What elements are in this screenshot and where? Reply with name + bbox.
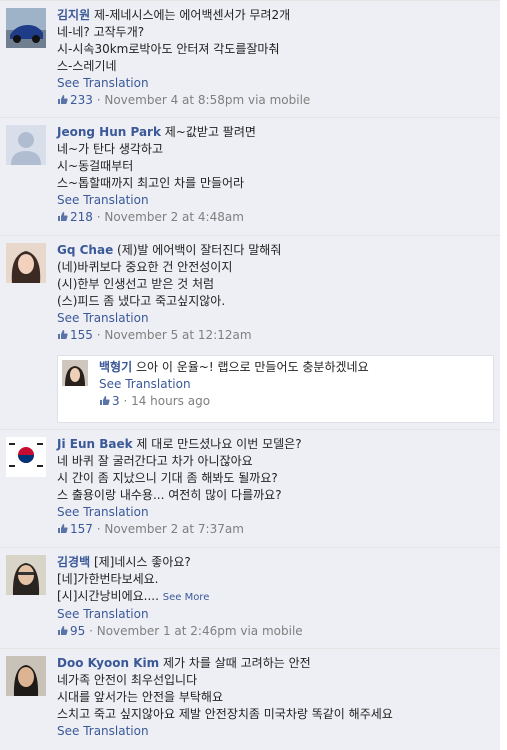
comment-text: 스-스레기네 [57, 59, 117, 73]
comment-text: 제-제네시스에는 에어백센서가 무려2개 [93, 8, 291, 22]
avatar[interactable] [6, 125, 46, 165]
comment-text: (네)바퀴보다 중요한 건 안전성이지 [57, 260, 233, 274]
comment-author[interactable]: 김지원 [57, 8, 90, 22]
see-translation-link[interactable]: See Translation [57, 75, 149, 92]
thumbs-up-icon [58, 524, 68, 533]
like-count[interactable]: 155 [57, 328, 93, 342]
see-translation-link[interactable]: See Translation [57, 504, 149, 521]
comment-text: 시~동걸때부터 [57, 159, 134, 173]
see-more-link[interactable]: See More [163, 592, 210, 603]
comment-timestamp[interactable]: · November 5 at 12:12am [97, 328, 252, 342]
like-count[interactable]: 3 [99, 394, 120, 408]
comment-author[interactable]: 김경백 [57, 555, 90, 569]
avatar[interactable] [62, 360, 88, 386]
comment: Jeong Hun Park 제~값받고 팔려면 네~가 탄다 생각하고 시~동… [0, 117, 500, 235]
comment-text: [제]네시스 좋아요? [93, 555, 191, 569]
comment-author[interactable]: Jeong Hun Park [57, 125, 161, 139]
like-count[interactable]: 218 [57, 210, 93, 224]
thumbs-up-icon [58, 626, 68, 635]
avatar[interactable] [6, 8, 46, 48]
comment-author[interactable]: Ji Eun Baek [57, 437, 133, 451]
comment: Doo Kyoon Kim 제가 차를 살때 고려하는 안전 네가족 안전이 최… [0, 648, 500, 750]
comment-text: [시]시간낭비에요.... [57, 589, 159, 603]
comment-text: 네가족 안전이 최우선입니다 [57, 673, 198, 687]
comment-text: 제가 차를 살때 고려하는 안전 [162, 656, 311, 670]
comment-text: 네 바퀴 잘 굴러간다고 차가 아니잖아요 [57, 454, 253, 468]
comment-text: (시)한부 인생선고 받은 것 처럼 [57, 277, 215, 291]
comment-text: 네-네? 고작두개? [57, 25, 145, 39]
comment-timestamp[interactable]: · November 2 at 4:48am [97, 210, 244, 224]
comment-thread: 김지원 제-제네시스에는 에어백센서가 무려2개 네-네? 고작두개? 시-시속… [0, 0, 507, 750]
comment-timestamp[interactable]: · November 2 at 7:37am [97, 522, 244, 536]
comment-timestamp[interactable]: · November 4 at 8:58pm via mobile [97, 93, 311, 107]
avatar[interactable] [6, 656, 46, 696]
see-translation-link[interactable]: See Translation [57, 192, 149, 209]
comment: Ji Eun Baek 제 대로 만드셨나요 이번 모델은? 네 바퀴 잘 굴러… [0, 429, 500, 547]
avatar[interactable] [6, 243, 46, 283]
avatar[interactable] [6, 555, 46, 595]
reply-timestamp[interactable]: · 14 hours ago [123, 394, 210, 408]
comment-author[interactable]: Doo Kyoon Kim [57, 656, 159, 670]
like-count[interactable]: 233 [57, 93, 93, 107]
reply: 백형기 으아 이 운율~! 랩으로 만들어도 충분하겠네요 See Transl… [57, 355, 494, 423]
like-count[interactable]: 95 [57, 624, 85, 638]
thumbs-up-icon [58, 212, 68, 221]
comment-text: 시-시속30km로박아도 안터져 각도를잘마춰 [57, 42, 280, 56]
comment-timestamp[interactable]: · November 1 at 2:46pm via mobile [89, 624, 303, 638]
comment-text: 스~톱할때까지 최고인 차를 만들어라 [57, 176, 245, 190]
comment-text: 제 대로 만드셨나요 이번 모델은? [136, 437, 302, 451]
comment-text: 스 출용이랑 내수용... 여전히 많이 다를까요? [57, 488, 282, 502]
see-translation-link[interactable]: See Translation [57, 310, 149, 327]
comment-text: (제)발 에어백이 잘터진다 말해줘 [117, 243, 282, 257]
avatar[interactable] [6, 437, 46, 477]
comment: 김경백 [제]네시스 좋아요? [네]가한번타보세요. [시]시간낭비에요...… [0, 547, 500, 648]
comment-text: 시 간이 좀 지났으니 기대 좀 해봐도 될까요? [57, 471, 278, 485]
reply-author[interactable]: 백형기 [99, 360, 132, 374]
comment-text: 네~가 탄다 생각하고 [57, 142, 164, 156]
thumbs-up-icon [58, 330, 68, 339]
thumbs-up-icon [100, 396, 110, 405]
like-count[interactable]: 157 [57, 522, 93, 536]
comment-text: 제~값받고 팔려면 [164, 125, 256, 139]
comment-author[interactable]: Gq Chae [57, 243, 113, 257]
comment-text: 시대를 앞서가는 안전을 부탁해요 [57, 690, 224, 704]
thumbs-up-icon [58, 95, 68, 104]
see-translation-link[interactable]: See Translation [99, 376, 191, 393]
comment-text: [네]가한번타보세요. [57, 572, 159, 586]
comment-text: (스)피드 좀 냈다고 죽고싶지않아. [57, 294, 226, 308]
reply-text: 으아 이 운율~! 랩으로 만들어도 충분하겠네요 [135, 360, 369, 374]
comment: 김지원 제-제네시스에는 에어백센서가 무려2개 네-네? 고작두개? 시-시속… [0, 0, 500, 117]
comment-text: 스치고 죽고 싶지않아요 제발 안전장치좀 미국차랑 똑같이 해주세요 [57, 707, 393, 721]
comment: Gq Chae (제)발 에어백이 잘터진다 말해줘 (네)바퀴보다 중요한 건… [0, 235, 500, 429]
see-translation-link[interactable]: See Translation [57, 723, 149, 740]
see-translation-link[interactable]: See Translation [57, 606, 149, 623]
